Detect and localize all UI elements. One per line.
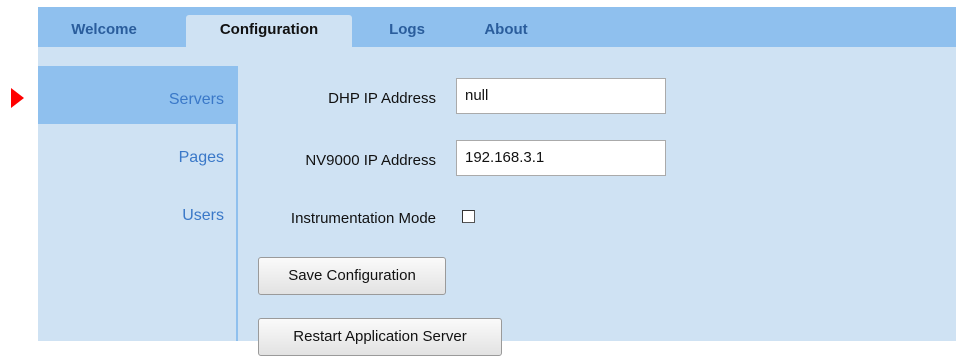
tab-welcome[interactable]: Welcome (54, 15, 154, 47)
restart-application-server-button[interactable]: Restart Application Server (258, 318, 502, 356)
tab-bar: Welcome Configuration Logs About (38, 7, 956, 47)
sidebar-item-pages[interactable]: Pages (38, 124, 236, 182)
sidebar-item-users[interactable]: Users (38, 182, 236, 240)
app-window: Welcome Configuration Logs About Servers… (38, 7, 956, 356)
selection-arrow-icon (11, 88, 24, 108)
instrumentation-mode-label: Instrumentation Mode (290, 210, 436, 227)
sidebar-item-label: Pages (178, 149, 224, 166)
instrumentation-mode-checkbox[interactable] (462, 210, 475, 223)
sidebar: Servers Pages Users (38, 66, 238, 341)
nv9000-ip-label: NV9000 IP Address (305, 152, 436, 169)
sidebar-item-label: Users (182, 207, 224, 224)
save-configuration-button[interactable]: Save Configuration (258, 257, 446, 295)
tab-logs[interactable]: Logs (374, 15, 440, 47)
dhp-ip-field[interactable]: null (456, 78, 666, 114)
dhp-ip-label: DHP IP Address (328, 90, 436, 107)
sidebar-item-servers[interactable]: Servers (38, 66, 236, 124)
sidebar-item-label: Servers (168, 91, 224, 108)
tab-configuration[interactable]: Configuration (186, 15, 352, 47)
nv9000-ip-field[interactable]: 192.168.3.1 (456, 140, 666, 176)
tab-about[interactable]: About (470, 15, 542, 47)
